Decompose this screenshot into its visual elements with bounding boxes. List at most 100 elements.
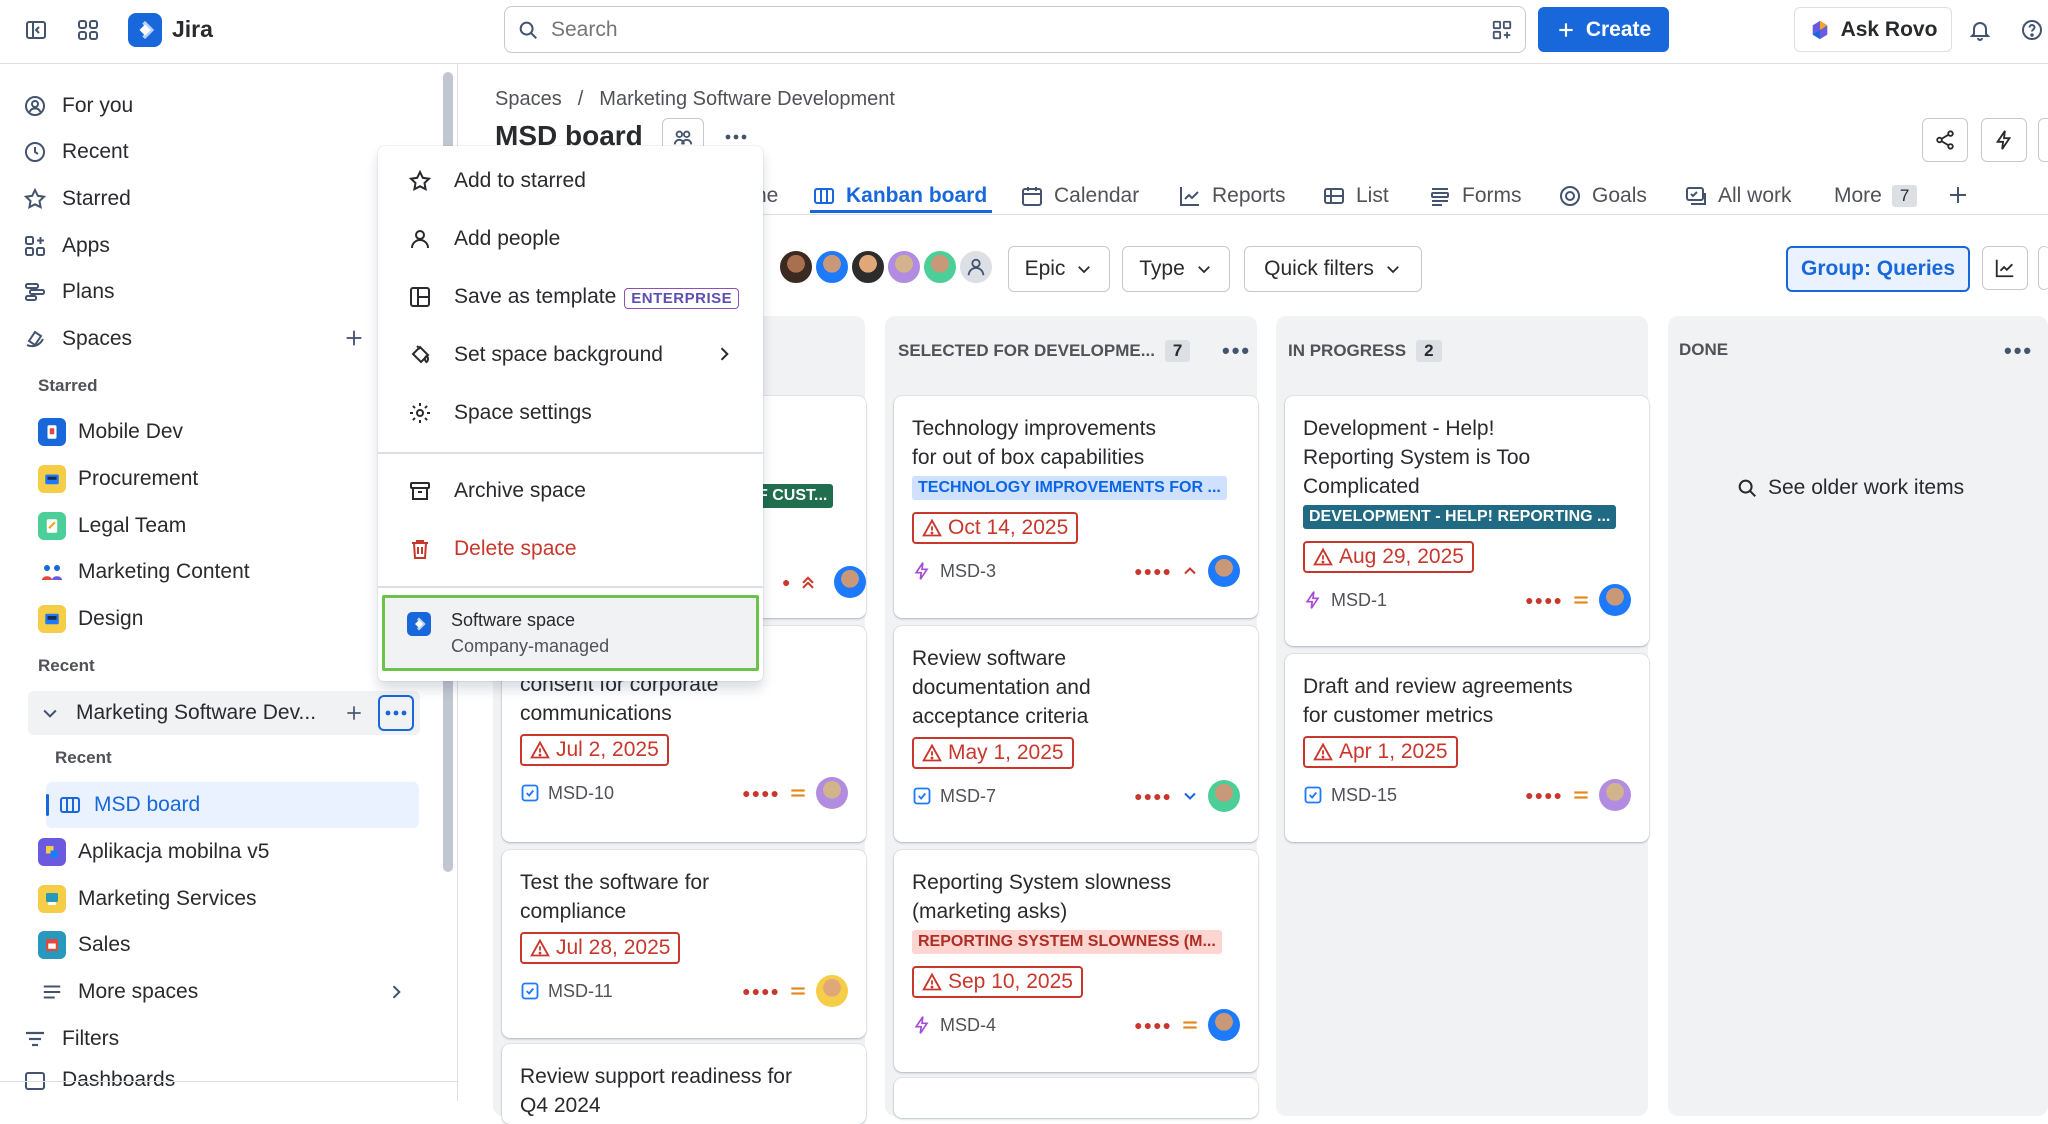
tab-list[interactable]: List bbox=[1322, 176, 1389, 216]
sidebar-item-more-spaces[interactable]: More spaces bbox=[38, 972, 198, 1012]
insights-chart-icon[interactable] bbox=[1982, 246, 2028, 290]
starred-project-mobile-dev[interactable]: Mobile Dev bbox=[38, 412, 183, 452]
sidebar-item-recent[interactable]: Recent bbox=[22, 132, 129, 172]
ask-rovo-button[interactable]: Ask Rovo bbox=[1794, 7, 1952, 52]
issue-key[interactable]: MSD-7 bbox=[940, 786, 996, 807]
tab-all-work[interactable]: All work bbox=[1684, 176, 1792, 216]
menu-item-set-space-background[interactable]: Set space background bbox=[378, 326, 763, 384]
assignee-avatar[interactable] bbox=[834, 566, 867, 598]
current-project-row[interactable]: Marketing Software Dev... bbox=[28, 691, 420, 735]
create-button[interactable]: Create bbox=[1538, 7, 1669, 52]
sidebar-item-filters[interactable]: Filters bbox=[22, 1019, 119, 1059]
lightning-icon bbox=[914, 1016, 929, 1034]
sidebar-item-msd-board[interactable]: MSD board bbox=[46, 782, 419, 828]
issue-card[interactable]: Technology improvements for out of box ca… bbox=[894, 396, 1258, 618]
chevron-down-icon[interactable] bbox=[40, 703, 60, 723]
lightning-icon[interactable] bbox=[1981, 118, 2027, 162]
recent-project-sales[interactable]: Sales bbox=[38, 925, 131, 965]
breadcrumb-project[interactable]: Marketing Software Development bbox=[599, 88, 895, 111]
help-icon[interactable] bbox=[2016, 14, 2048, 46]
issue-key[interactable]: MSD-3 bbox=[940, 561, 996, 582]
assignee-avatar[interactable] bbox=[1599, 584, 1631, 616]
recent-project-marketing-services[interactable]: Marketing Services bbox=[38, 879, 257, 919]
sidebar-item-apps[interactable]: Apps bbox=[22, 226, 110, 266]
recent-project-aplikacja[interactable]: Aplikacja mobilna v5 bbox=[38, 832, 269, 872]
column-title: DONE bbox=[1679, 340, 1729, 359]
more-options-icon[interactable] bbox=[725, 134, 747, 140]
quick-filters[interactable]: Quick filters bbox=[1244, 246, 1422, 292]
add-plus-icon[interactable] bbox=[344, 703, 364, 723]
chevron-right-icon[interactable] bbox=[386, 982, 406, 1002]
issue-key[interactable]: MSD-1 bbox=[1331, 590, 1387, 611]
add-tab-plus-icon[interactable] bbox=[1946, 183, 1970, 207]
avatar[interactable] bbox=[814, 249, 850, 285]
menu-item-archive-space[interactable]: Archive space bbox=[378, 462, 763, 520]
issue-card[interactable]: Draft and review agreements for customer … bbox=[1285, 654, 1649, 842]
starred-project-design[interactable]: Design bbox=[38, 599, 143, 639]
issue-card[interactable]: Review support readiness for Q4 2024 bbox=[502, 1044, 866, 1124]
unassigned-user-icon[interactable] bbox=[958, 249, 994, 285]
lightning-icon bbox=[1305, 591, 1320, 609]
menu-item-add-people[interactable]: Add people bbox=[378, 210, 763, 268]
starred-project-legal-team[interactable]: Legal Team bbox=[38, 506, 186, 546]
avatar[interactable] bbox=[850, 249, 886, 285]
tab-more[interactable]: More 7 bbox=[1834, 176, 1918, 216]
issue-key[interactable]: MSD-15 bbox=[1331, 785, 1397, 806]
sidebar-item-plans[interactable]: Plans bbox=[22, 272, 115, 312]
card-title: Reporting System slowness (marketing asks… bbox=[912, 871, 1172, 923]
issue-key[interactable]: MSD-10 bbox=[548, 783, 614, 804]
sidebar-item-starred[interactable]: Starred bbox=[22, 179, 131, 219]
filter-grid-icon[interactable] bbox=[1491, 19, 1513, 41]
space-type-info[interactable]: Software space Company-managed bbox=[382, 595, 759, 671]
issue-card[interactable] bbox=[894, 1078, 1258, 1118]
notifications-bell-icon[interactable] bbox=[1964, 14, 1996, 46]
menu-item-delete-space[interactable]: Delete space bbox=[378, 520, 763, 578]
assignee-avatar[interactable] bbox=[1208, 1009, 1240, 1041]
avatar[interactable] bbox=[922, 249, 958, 285]
jira-logo-icon[interactable] bbox=[128, 13, 162, 47]
issue-card[interactable]: Test the software for compliance Jul 28, … bbox=[502, 850, 866, 1038]
search-input[interactable] bbox=[551, 15, 1451, 45]
search-box[interactable] bbox=[504, 6, 1526, 53]
epic-filter[interactable]: Epic bbox=[1008, 246, 1110, 292]
add-space-plus-icon[interactable] bbox=[343, 327, 365, 349]
assignee-avatar[interactable] bbox=[1208, 780, 1240, 812]
issue-card[interactable]: Development - Help! Reporting System is T… bbox=[1285, 396, 1649, 646]
issue-card[interactable]: Review software documentation and acceptan… bbox=[894, 626, 1258, 842]
share-icon[interactable] bbox=[1922, 118, 1968, 162]
overflow-button[interactable] bbox=[2038, 246, 2048, 290]
tab-goals[interactable]: Goals bbox=[1558, 176, 1647, 216]
assignee-avatar[interactable] bbox=[1599, 779, 1631, 811]
issue-key[interactable]: MSD-4 bbox=[940, 1015, 996, 1036]
assignee-avatar[interactable] bbox=[816, 975, 848, 1007]
assignee-avatar[interactable] bbox=[816, 777, 848, 809]
more-actions-icon[interactable] bbox=[378, 695, 414, 731]
issue-key[interactable]: MSD-11 bbox=[548, 981, 613, 1002]
sidebar-toggle-icon[interactable] bbox=[20, 14, 52, 46]
starred-project-marketing-content[interactable]: Marketing Content bbox=[38, 552, 250, 592]
calendar-icon bbox=[1020, 184, 1044, 208]
breadcrumb-spaces[interactable]: Spaces bbox=[495, 88, 562, 111]
menu-item-add-to-starred[interactable]: Add to starred bbox=[378, 152, 763, 210]
type-filter[interactable]: Type bbox=[1122, 246, 1230, 292]
sidebar-item-for-you[interactable]: For you bbox=[22, 86, 133, 126]
group-by-button[interactable]: Group: Queries bbox=[1786, 246, 1970, 292]
sidebar-item-spaces[interactable]: Spaces bbox=[22, 319, 132, 359]
overflow-button[interactable] bbox=[2038, 118, 2048, 162]
see-older-work-items-link[interactable]: See older work items bbox=[1736, 476, 1964, 500]
starred-project-procurement[interactable]: Procurement bbox=[38, 459, 198, 499]
column-more-icon[interactable]: ••• bbox=[1222, 338, 1251, 364]
issue-card[interactable]: Reporting System slowness (marketing asks… bbox=[894, 850, 1258, 1072]
avatar[interactable] bbox=[886, 249, 922, 285]
tab-reports[interactable]: Reports bbox=[1178, 176, 1286, 216]
tab-forms[interactable]: Forms bbox=[1428, 176, 1522, 216]
tab-calendar[interactable]: Calendar bbox=[1020, 176, 1139, 216]
menu-item-space-settings[interactable]: Space settings bbox=[378, 384, 763, 442]
avatar[interactable] bbox=[778, 249, 814, 285]
column-more-icon[interactable]: ••• bbox=[2004, 338, 2033, 364]
warning-icon bbox=[1313, 547, 1333, 566]
app-switcher-icon[interactable] bbox=[72, 14, 104, 46]
app-name[interactable]: Jira bbox=[172, 16, 213, 43]
menu-item-save-as-template[interactable]: Save as template ENTERPRISE bbox=[378, 268, 763, 326]
assignee-avatar[interactable] bbox=[1208, 555, 1240, 587]
